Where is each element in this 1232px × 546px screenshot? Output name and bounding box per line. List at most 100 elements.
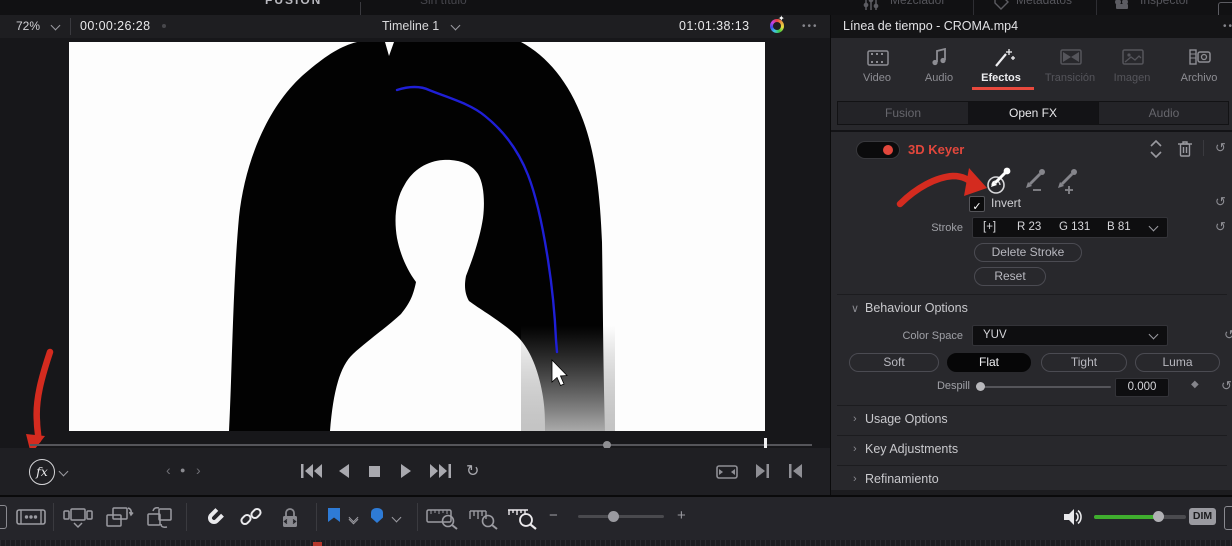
color-space-reset-icon[interactable]: ↺ [1224,328,1232,341]
invert-checkbox[interactable]: ✓ [969,196,985,213]
custom-zoom-icon[interactable] [506,507,538,531]
tab-effects[interactable]: Efectos [973,72,1029,84]
flag-icon[interactable] [326,507,342,527]
mode-flat-button[interactable]: Flat [947,353,1031,372]
chevron-down-icon[interactable] [50,20,61,31]
viewer-options-menu[interactable]: ••• [802,21,819,32]
viewer-zoom-select[interactable]: 72% [16,19,40,33]
timeline-ruler-strip[interactable] [0,540,1232,546]
clipped-tool-icon[interactable] [1224,506,1232,530]
viewer-scrub-bar[interactable] [30,444,812,446]
loop-range-icon[interactable] [716,465,738,479]
film-icon [867,50,889,66]
divider [837,465,1227,466]
key-adjustments-header[interactable]: Key Adjustments [865,442,958,456]
chevron-down-icon[interactable] [450,20,461,31]
dim-button[interactable]: DIM [1189,508,1216,525]
stop-button[interactable] [369,466,380,477]
eyedropper-add-icon[interactable] [1055,166,1081,194]
expand-caret-icon[interactable]: › [853,413,857,425]
play-button[interactable] [400,464,412,478]
invert-reset-icon[interactable]: ↺ [1215,195,1226,208]
delete-stroke-button[interactable]: Delete Stroke [974,243,1082,262]
fx-overlay-button[interactable]: fx [29,459,55,485]
prev-frame-icon[interactable] [788,464,802,478]
zoom-in-button[interactable]: + [677,507,686,524]
reset-button[interactable]: Reset [974,267,1046,286]
eyedropper-pick-icon[interactable] [979,164,1013,196]
zoom-out-button[interactable]: − [549,507,558,524]
skip-start-button[interactable] [301,464,323,478]
reorder-icon[interactable] [1149,139,1163,159]
effects-subtab-bar: Fusion Open FX Audio [837,101,1229,125]
tab-video[interactable]: Video [849,72,905,84]
subtab-openfx[interactable]: Open FX [968,102,1098,124]
inspector-title: Línea de tiempo - CROMA.mp4 [843,19,1019,33]
stroke-reset-icon[interactable]: ↺ [1215,220,1226,233]
next-frame-icon[interactable] [756,464,770,478]
prev-keyframe-icon[interactable]: ‹ [166,462,171,478]
next-keyframe-icon[interactable]: › [196,462,201,478]
behaviour-options-header[interactable]: Behaviour Options [865,301,968,315]
speaker-icon[interactable] [1062,506,1084,528]
timeline-zoom-slider[interactable] [578,515,664,518]
stroke-r-value: R 23 [1017,221,1042,233]
despill-slider-handle[interactable] [976,382,985,391]
overwrite-clip-icon[interactable] [105,506,135,530]
subtab-audio[interactable]: Audio [1098,102,1229,124]
snapping-magnet-icon[interactable] [202,506,226,530]
link-clips-icon[interactable] [239,506,263,530]
timeline-view-icon[interactable] [16,507,46,527]
video-frame[interactable] [69,42,765,432]
inspector-options-menu[interactable]: ••• [1223,21,1232,32]
expand-caret-icon[interactable]: › [853,443,857,455]
keyframe-diamond-icon[interactable]: ◆ [1191,379,1199,390]
detail-zoom-icon[interactable] [468,507,500,531]
inspector-panel: Video Audio Efectos Transición Imagen Ar… [830,38,1232,495]
timeline-zoom-handle[interactable] [608,510,619,522]
divider [831,130,1232,132]
stroke-dropdown[interactable]: [+] R 23 G 131 B 81 [972,217,1168,238]
checkmark-icon: ✓ [972,201,982,213]
clipped-tool-icon[interactable] [0,505,7,529]
tab-image[interactable]: Imagen [1104,72,1160,84]
inspector-button[interactable]: Inspector [1140,0,1189,7]
mixer-button[interactable]: Mezclador [890,0,945,7]
expand-caret-icon[interactable]: › [853,473,857,485]
mode-luma-button[interactable]: Luma [1135,353,1220,372]
chevron-down-icon[interactable] [58,466,69,477]
despill-reset-icon[interactable]: ↺ [1221,379,1232,392]
skip-end-button[interactable] [429,464,451,478]
color-palette-icon[interactable]: ✦ [770,14,785,33]
trash-icon[interactable] [1177,140,1193,158]
volume-handle[interactable] [1153,511,1164,522]
tab-transition[interactable]: Transición [1042,72,1098,84]
marker-icon[interactable] [369,507,385,527]
marker-color-chevron[interactable] [391,512,402,523]
eyedropper-subtract-icon[interactable] [1023,166,1049,194]
despill-slider[interactable] [976,386,1111,388]
tab-file[interactable]: Archivo [1171,72,1227,84]
refinement-header[interactable]: Refinamiento [865,472,939,486]
usage-options-header[interactable]: Usage Options [865,412,948,426]
color-space-dropdown[interactable]: YUV [972,325,1168,346]
loop-playback-button[interactable]: ↻ [466,461,479,481]
effect-enable-toggle[interactable] [856,141,900,159]
timeline-selector[interactable]: Timeline 1 [382,19,439,33]
mode-tight-button[interactable]: Tight [1041,353,1127,372]
tab-audio[interactable]: Audio [911,72,967,84]
mode-soft-button[interactable]: Soft [849,353,939,372]
replace-clip-icon[interactable] [145,506,177,530]
despill-value[interactable]: 0.000 [1115,378,1169,397]
effect-reset-icon[interactable]: ↺ [1215,141,1226,154]
active-tab-underline [972,87,1034,90]
position-lock-icon[interactable] [279,506,301,530]
metadata-button[interactable]: Metadatos [1016,0,1072,7]
play-reverse-button[interactable] [338,464,350,478]
clipped-button[interactable] [1218,2,1232,15]
subtab-fusion[interactable]: Fusion [838,102,969,124]
window-top-bar: FUSION Sin título Mezclador Metadatos In… [0,0,1232,15]
collapse-caret-icon[interactable]: ∨ [851,302,859,315]
insert-clip-icon[interactable] [62,507,94,529]
full-extent-zoom-icon[interactable] [426,507,460,531]
